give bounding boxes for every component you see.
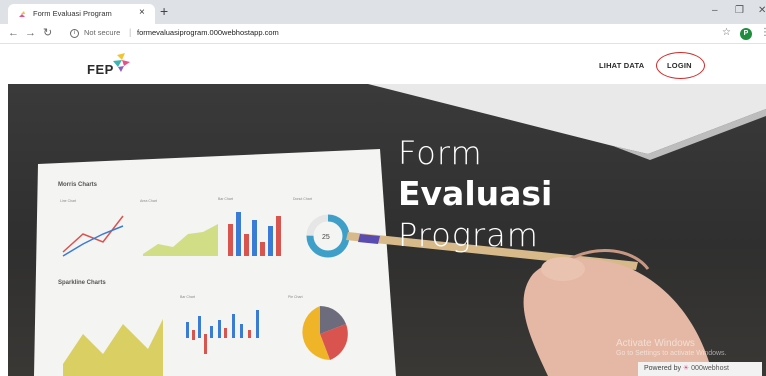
activate-windows-title: Activate Windows <box>616 338 695 349</box>
browser-tab[interactable]: Form Evaluasi Program × <box>8 4 155 24</box>
activate-windows-watermark: Activate Windows Go to Settings to activ… <box>616 338 727 357</box>
hero-title-evaluasi: Evaluasi <box>398 174 553 213</box>
img-bar-label: Bar Chart <box>218 197 233 201</box>
webhost-logo-icon: ☀ <box>682 365 690 372</box>
url-separator: | <box>129 27 132 37</box>
address-bar[interactable]: i Not secure | formevaluasiprogram.000we… <box>66 27 626 41</box>
login-highlight-circle <box>656 52 705 79</box>
tab-close-button[interactable]: × <box>139 7 145 19</box>
activate-windows-subtitle: Go to Settings to activate Windows. <box>616 350 727 357</box>
browser-menu-icon[interactable]: ⋮ <box>760 27 766 39</box>
new-tab-button[interactable]: + <box>160 4 168 18</box>
bookmark-star-icon[interactable]: ☆ <box>722 27 731 39</box>
nav-lihat-data[interactable]: LIHAT DATA <box>599 61 644 70</box>
back-icon[interactable]: ← <box>8 27 19 40</box>
img-donut-value: 25 <box>322 234 330 241</box>
hero-banner: Morris Charts Sparkline Charts Line Char… <box>8 84 766 376</box>
close-window-icon[interactable]: ✕ <box>758 5 766 17</box>
browser-toolbar: ← → ↻ i Not secure | formevaluasiprogram… <box>0 24 766 44</box>
img-line-label: Line Chart <box>60 199 76 203</box>
hero-title-program: Program <box>398 216 539 254</box>
not-secure-label: Not secure <box>84 28 121 37</box>
hero-background-image: Morris Charts Sparkline Charts Line Char… <box>34 84 766 376</box>
powered-by-brand: 000webhost <box>691 365 729 372</box>
favicon-icon <box>19 11 25 17</box>
url-text[interactable]: formevaluasiprogram.000webhostapp.com <box>137 28 279 37</box>
info-icon[interactable]: i <box>70 29 79 38</box>
browser-tabstrip: Form Evaluasi Program × + – ❐ ✕ <box>0 0 766 24</box>
site-header: FEP LIHAT DATA LOGIN <box>0 44 766 84</box>
tab-title: Form Evaluasi Program <box>33 9 112 18</box>
site-logo[interactable]: FEP <box>87 53 132 77</box>
img-area-label: Area Chart <box>140 199 157 203</box>
img-bar-label-2: Bar Chart <box>180 295 195 299</box>
hero-title-form: Form <box>398 134 483 172</box>
profile-avatar[interactable]: P <box>740 28 752 40</box>
reload-icon[interactable]: ↻ <box>43 27 52 40</box>
logo-mark-icon <box>113 53 130 72</box>
powered-by-badge[interactable]: Powered by ☀ 000webhost <box>638 362 762 376</box>
forward-icon[interactable]: → <box>25 27 36 40</box>
restore-icon[interactable]: ❐ <box>735 5 744 17</box>
powered-by-label: Powered by <box>644 365 681 372</box>
sparkline-charts-heading: Sparkline Charts <box>58 280 106 286</box>
img-donut-label: Donut Chart <box>293 197 312 201</box>
logo-text: FEP <box>87 62 114 77</box>
morris-charts-heading: Morris Charts <box>58 182 98 188</box>
minimize-icon[interactable]: – <box>712 5 718 17</box>
img-pie-label: Pie Chart <box>288 295 303 299</box>
